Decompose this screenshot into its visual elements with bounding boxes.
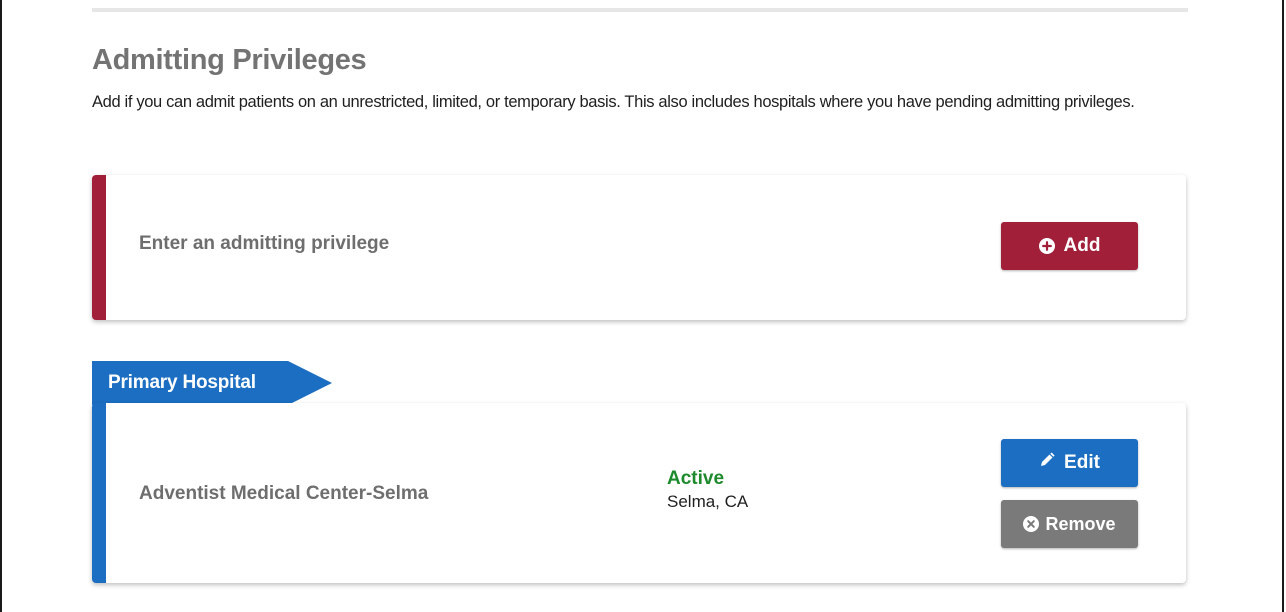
pencil-icon bbox=[1039, 452, 1055, 474]
primary-hospital-ribbon: Primary Hospital bbox=[92, 361, 332, 405]
remove-button-label: Remove bbox=[1045, 513, 1116, 534]
add-privilege-card: Enter an admitting privilege Add bbox=[92, 175, 1186, 320]
x-circle-icon bbox=[1023, 516, 1040, 532]
ribbon-label: Primary Hospital bbox=[92, 361, 288, 405]
edit-button-label: Edit bbox=[1064, 452, 1100, 473]
plus-circle-icon bbox=[1038, 238, 1055, 254]
remove-button[interactable]: Remove bbox=[1001, 500, 1138, 548]
status-badge: Active bbox=[667, 468, 725, 489]
section-divider bbox=[92, 8, 1188, 12]
hospital-name: Adventist Medical Center-Selma bbox=[139, 483, 429, 504]
hospital-card: Adventist Medical Center-Selma Active Se… bbox=[92, 403, 1186, 583]
edit-button[interactable]: Edit bbox=[1001, 439, 1138, 487]
section-title: Admitting Privileges bbox=[92, 44, 367, 76]
add-privilege-prompt: Enter an admitting privilege bbox=[139, 233, 390, 254]
hospital-status-block: Active Selma, CA bbox=[667, 467, 748, 513]
ribbon-tip bbox=[288, 361, 332, 405]
add-button-label: Add bbox=[1063, 235, 1101, 256]
section-description: Add if you can admit patients on an unre… bbox=[92, 93, 1135, 111]
add-button[interactable]: Add bbox=[1001, 222, 1138, 270]
hospital-location: Selma, CA bbox=[667, 492, 749, 511]
